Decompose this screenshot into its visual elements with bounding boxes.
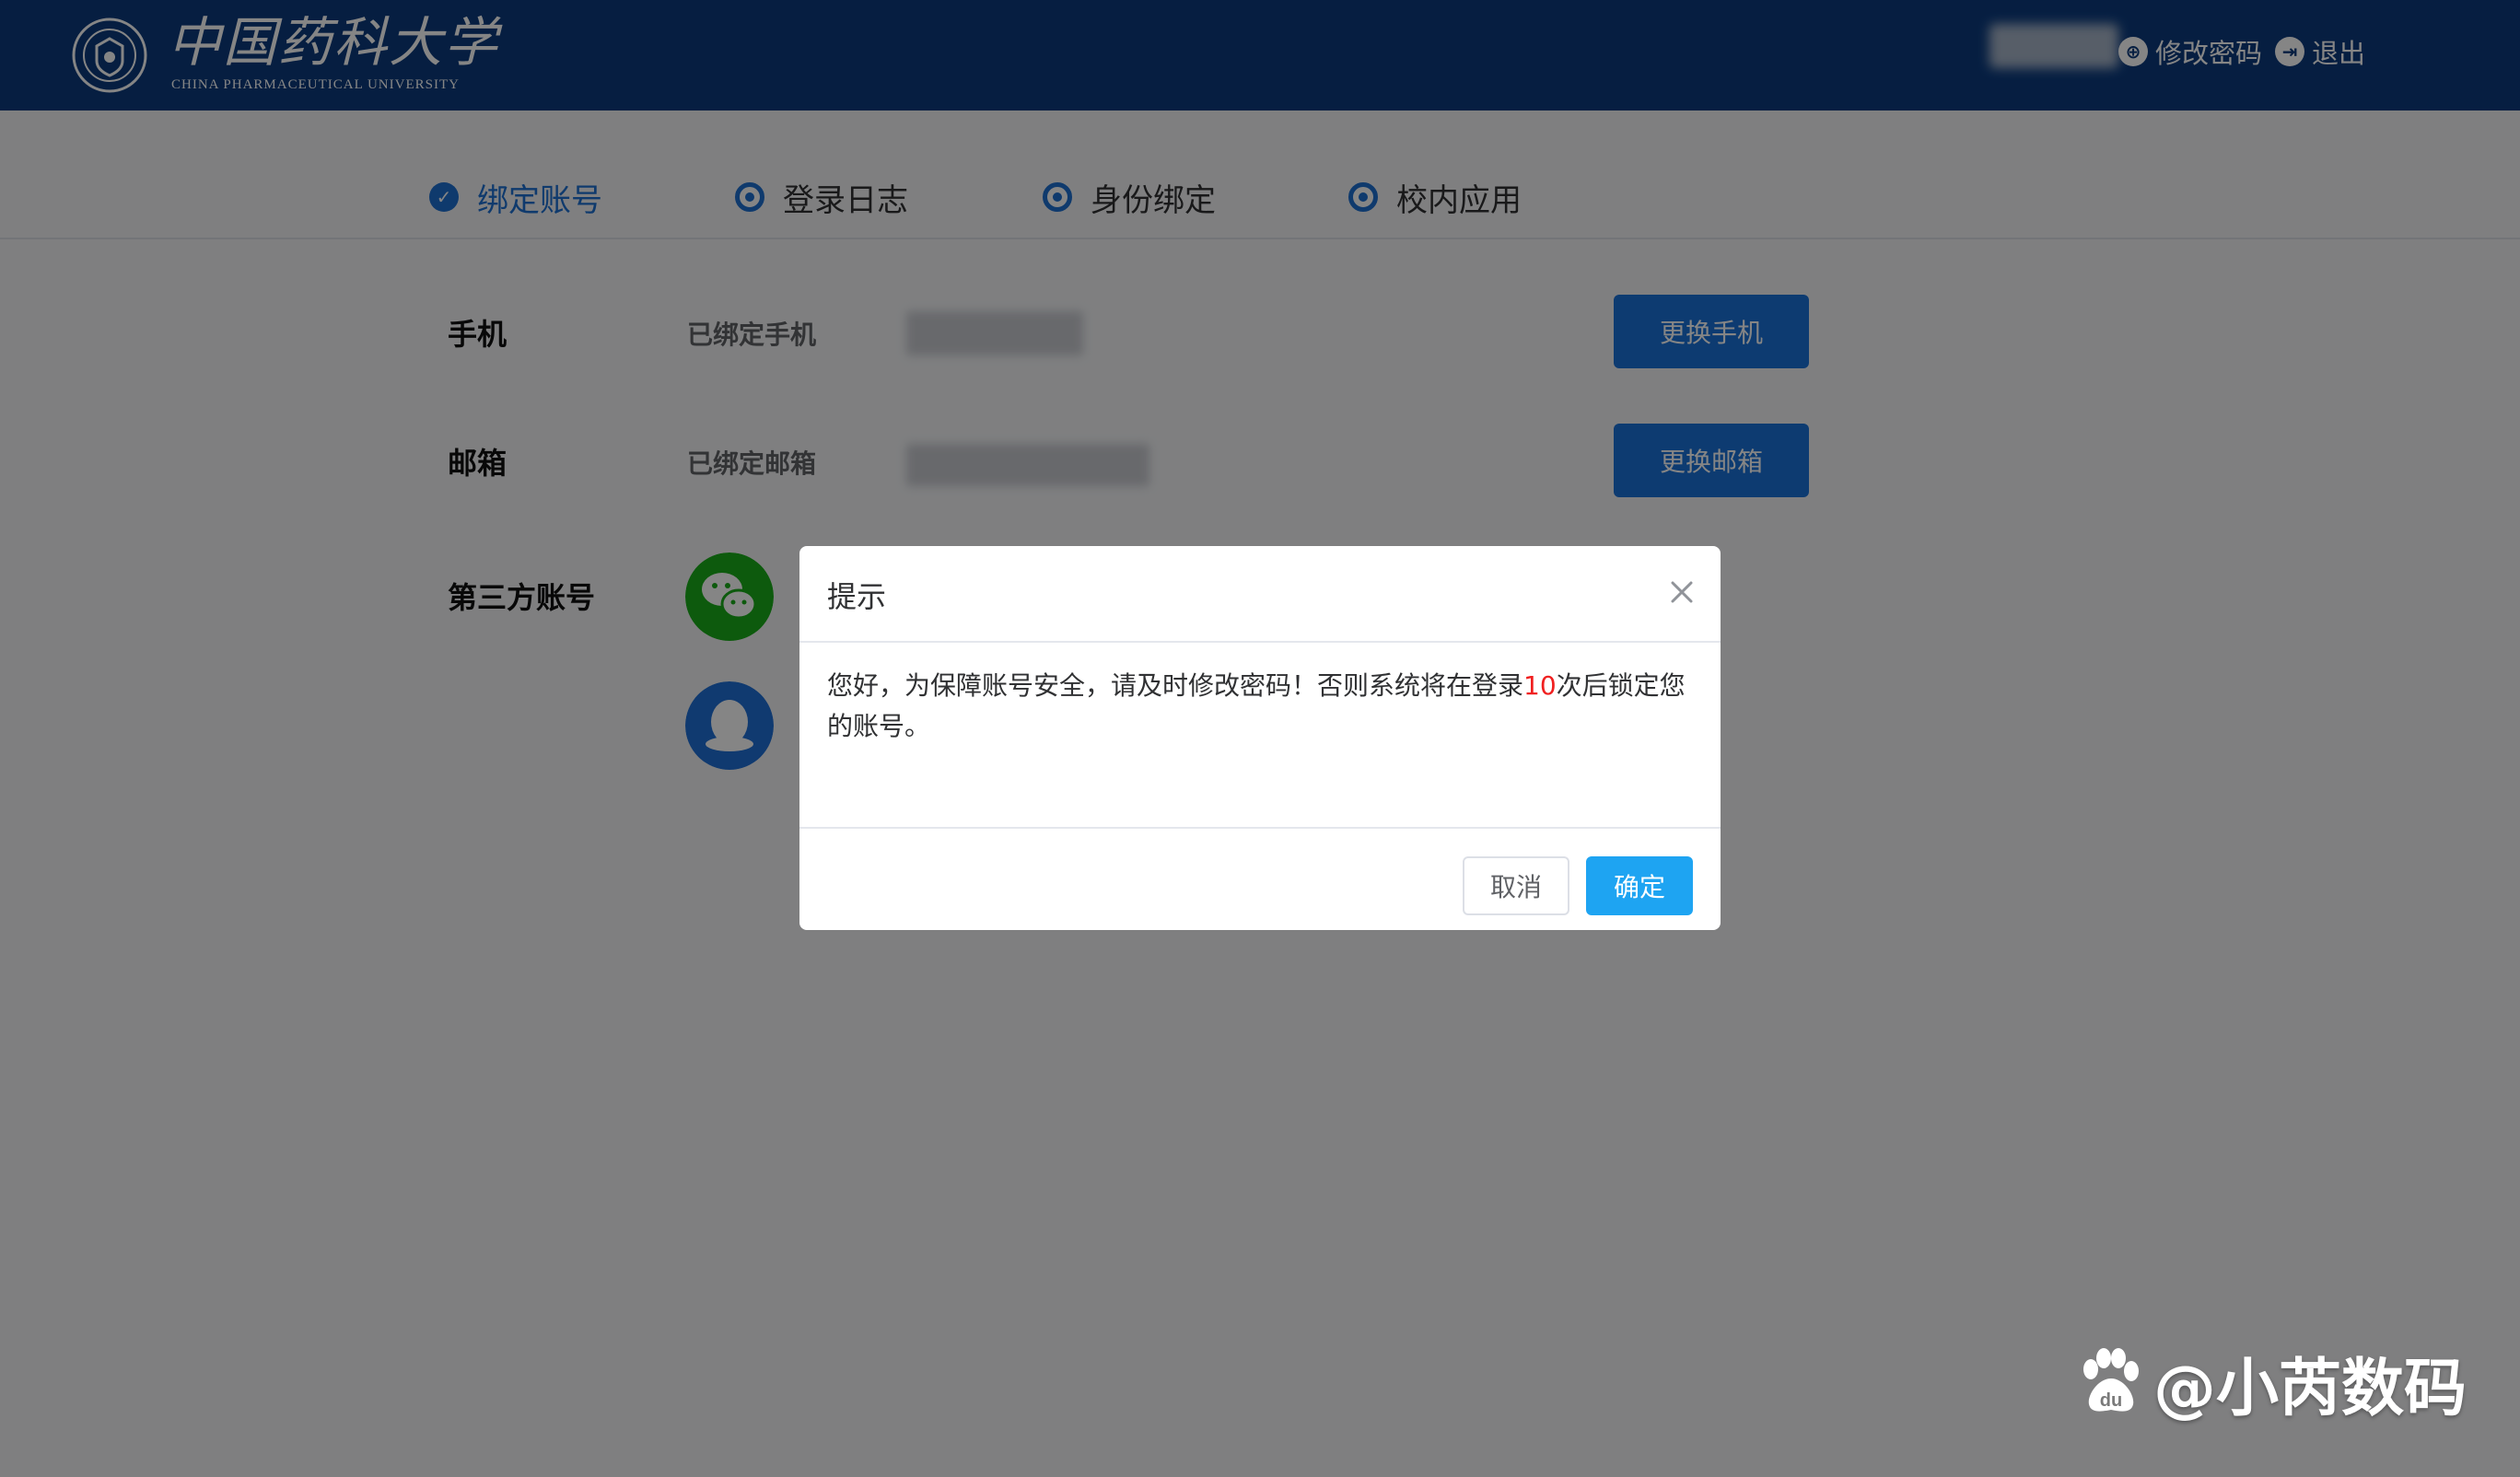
dialog-message: 您好，为保障账号安全，请及时修改密码！否则系统将在登录10次后锁定您的账号。 xyxy=(827,666,1693,747)
message-text: 您好，为保障账号安全，请及时修改密码！否则系统将在登录 xyxy=(827,670,1524,701)
watermark-text: @小芮数码 xyxy=(2153,1352,2468,1425)
confirm-button[interactable]: 确定 xyxy=(1586,856,1693,915)
alert-dialog: 提示 您好，为保障账号安全，请及时修改密码！否则系统将在登录10次后锁定您的账号… xyxy=(799,546,1721,930)
dialog-header: 提示 xyxy=(799,546,1721,643)
close-icon[interactable] xyxy=(1663,574,1700,611)
baidu-paw-icon: du xyxy=(2083,1348,2139,1412)
login-count: 10 xyxy=(1523,670,1557,701)
cancel-button[interactable]: 取消 xyxy=(1463,856,1569,915)
dialog-footer: 取消 确定 xyxy=(799,827,1721,930)
svg-text:du: du xyxy=(2100,1390,2122,1411)
dialog-title: 提示 xyxy=(827,579,887,614)
watermark: du @小芮数码 xyxy=(2074,1341,2467,1425)
